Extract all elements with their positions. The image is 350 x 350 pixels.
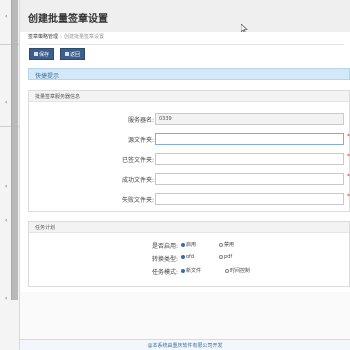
option-row-convert-type: 转换类型: ofd pdf — [29, 253, 350, 263]
source-folder-field[interactable] — [155, 133, 344, 145]
chevron-left-icon[interactable]: ‹ — [5, 218, 7, 224]
footer: @本系统由重庆软件有限公司开发 — [20, 339, 350, 350]
save-button-label: 保存 — [39, 52, 50, 58]
option-row-enabled: 是否启用: 启用 禁用 — [29, 240, 350, 250]
field-label: 成功文件夹: — [121, 177, 154, 184]
option-label: 转换类型: — [151, 256, 178, 263]
chevron-left-icon[interactable]: ‹ — [5, 14, 7, 20]
form-row-success-folder: 成功文件夹: * — [29, 173, 350, 185]
breadcrumb: 签章策略管理 › 创建批量签章设置 — [20, 32, 350, 42]
vertical-scrollbar[interactable] — [11, 0, 18, 300]
panel-header: 批量签章服务器信息 — [29, 91, 349, 102]
radio-checked-icon — [181, 255, 185, 259]
page-bottom-area — [20, 292, 350, 339]
chevron-left-icon[interactable]: ‹ — [5, 296, 7, 302]
radio-new-file[interactable]: 新文件 — [181, 267, 201, 274]
save-button[interactable]: 保存 — [29, 48, 55, 60]
field-label: 已签文件夹: — [121, 157, 154, 164]
back-button[interactable]: 返回 — [60, 48, 86, 60]
radio-time-control[interactable]: 时间控制 — [225, 267, 250, 274]
breadcrumb-current: 创建批量签章设置 — [64, 34, 105, 40]
panel-title: 任务计划 — [35, 225, 56, 231]
failed-folder-field[interactable] — [155, 193, 344, 205]
chevron-left-icon[interactable]: ‹ — [5, 184, 7, 190]
toolbar-divider — [28, 44, 344, 45]
option-row-task-mode: 任务模式: 新文件 时间控制 — [29, 266, 350, 276]
field-label: 源文件夹: — [127, 137, 154, 144]
panel-title: 批量签章服务器信息 — [35, 94, 81, 100]
title-bar: 创建批量签章设置 — [20, 0, 350, 34]
radio-unchecked-icon — [219, 243, 223, 247]
save-icon — [34, 52, 38, 56]
radio-disable[interactable]: 禁用 — [219, 241, 234, 248]
main-content: 创建批量签章设置 签章策略管理 › 创建批量签章设置 保存 返回 快捷提示 批量签章… — [20, 0, 350, 350]
back-button-label: 返回 — [70, 52, 81, 58]
radio-checked-icon — [181, 269, 185, 273]
task-plan-panel: 任务计划 是否启用: 启用 禁用 转换类型: ofd pdf 任务模式: 新文件… — [28, 221, 350, 287]
form-row-server-name: 服务器名: — [29, 113, 350, 125]
server-name-field[interactable] — [155, 113, 344, 125]
quick-tip-bar: 快捷提示 — [28, 68, 350, 80]
back-icon — [65, 52, 69, 56]
success-folder-field[interactable] — [155, 173, 344, 185]
field-label: 服务器名: — [127, 117, 154, 124]
chevron-left-icon[interactable]: ‹ — [5, 100, 7, 106]
radio-pdf[interactable]: pdf — [219, 254, 232, 260]
breadcrumb-parent[interactable]: 签章策略管理 — [28, 34, 58, 40]
radio-ofd[interactable]: ofd — [181, 254, 194, 260]
option-label: 是否启用: — [151, 243, 178, 250]
footer-copyright: @本系统由重庆软件有限公司开发 — [147, 343, 223, 349]
radio-checked-icon — [181, 243, 185, 247]
form-row-signed-folder: 已签文件夹: * — [29, 153, 350, 165]
breadcrumb-separator: › — [60, 34, 63, 40]
option-label: 任务模式: — [151, 269, 178, 276]
left-scroll-gutter: ‹ ‹ ‹ ‹ ‹ — [0, 0, 20, 350]
form-row-source-folder: 源文件夹: * — [29, 133, 350, 145]
field-label: 失败文件夹: — [121, 197, 154, 204]
panel-header: 任务计划 — [29, 222, 349, 233]
page-title: 创建批量签章设置 — [28, 14, 108, 25]
form-row-failed-folder: 失败文件夹: * — [29, 193, 350, 205]
server-info-panel: 批量签章服务器信息 服务器名: 源文件夹: * 已签文件夹: * 成功文件夹: … — [28, 90, 350, 212]
radio-enable[interactable]: 启用 — [181, 241, 196, 248]
radio-unchecked-icon — [225, 269, 229, 273]
quick-tip-text: 快捷提示 — [35, 73, 60, 80]
signed-folder-field[interactable] — [155, 153, 344, 165]
radio-unchecked-icon — [219, 255, 223, 259]
